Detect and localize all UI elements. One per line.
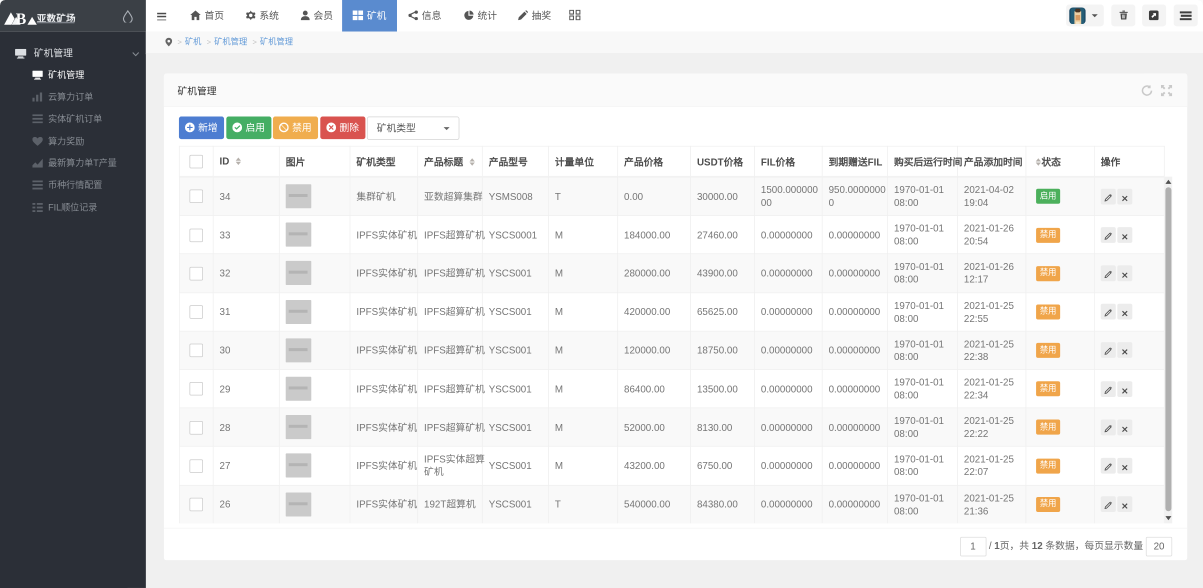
svg-text:B: B	[16, 11, 27, 26]
